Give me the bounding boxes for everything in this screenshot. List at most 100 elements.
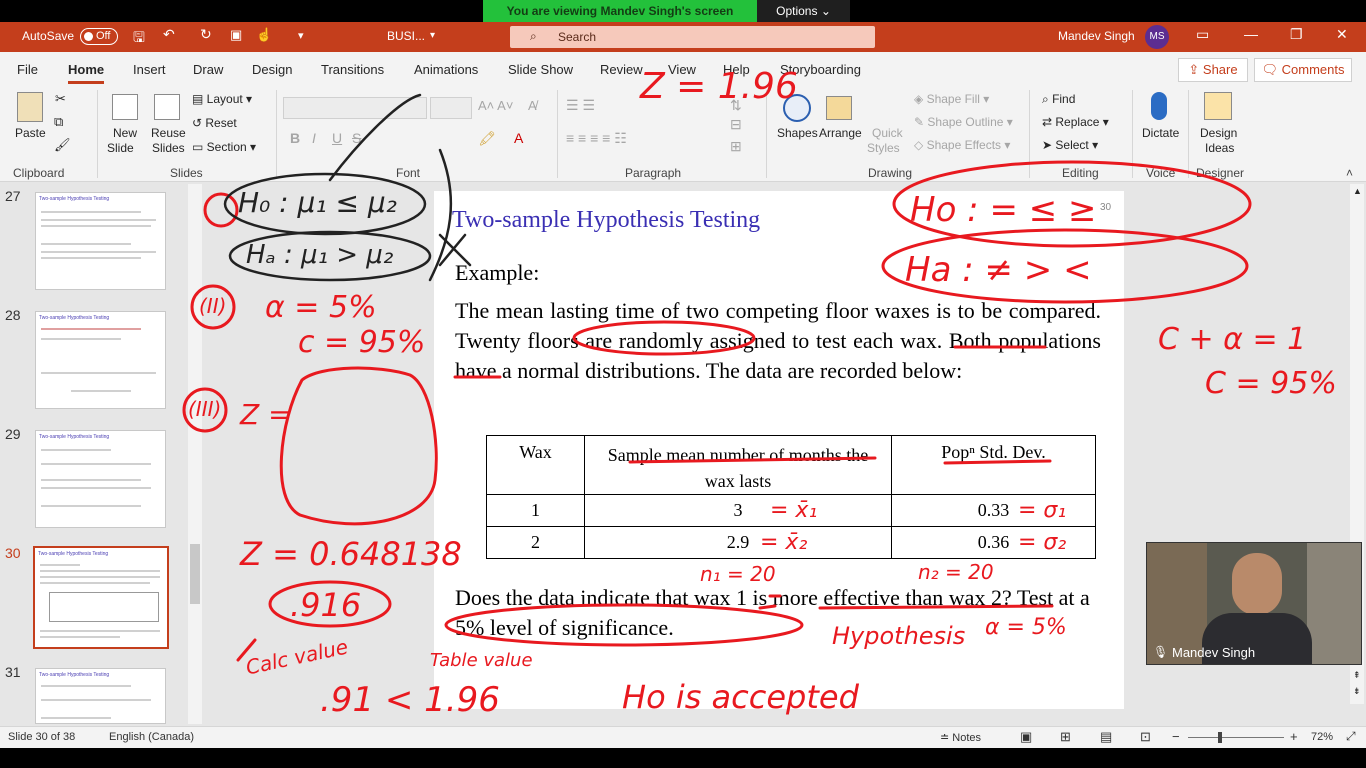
slide-thumbnail[interactable]: Two-sample Hypothesis Testing [35,311,166,409]
copy-icon[interactable]: ⧉ [54,115,63,129]
restore-icon[interactable]: ❐ [1290,26,1303,43]
reuse-slides-icon[interactable] [154,94,180,120]
microphone-icon[interactable] [1151,92,1167,120]
shape-fill-button[interactable]: ◈ Shape Fill ▾ [914,92,989,106]
avatar[interactable]: MS [1145,25,1169,49]
new-slide-icon[interactable] [112,94,138,120]
collapse-ribbon-icon[interactable]: ˄ [1346,166,1353,180]
tab-transitions[interactable]: Transitions [321,62,384,77]
tab-insert[interactable]: Insert [133,62,166,77]
select-button[interactable]: ➤ Select ▾ [1042,138,1098,152]
shape-effects-button[interactable]: ◇ Shape Effects ▾ [914,138,1010,152]
zoom-in-icon[interactable]: + [1290,729,1298,744]
thumbnail-scrollbar[interactable] [188,184,202,724]
font-name-box[interactable] [283,97,427,119]
chevron-down-icon[interactable]: ▾ [430,30,435,41]
format-painter-icon[interactable]: 🖌 [54,138,71,152]
shapes-icon[interactable] [783,94,811,122]
tab-help[interactable]: Help [723,62,750,77]
tab-home[interactable]: Home [68,62,105,84]
tab-draw[interactable]: Draw [193,62,223,77]
user-name[interactable]: Mandev Singh [1058,29,1135,43]
cut-icon[interactable]: ✂ [55,92,66,106]
file-name[interactable]: BUSI... [387,29,425,43]
quick-styles-label-2[interactable]: Styles [867,141,900,155]
strike-button[interactable]: S [352,130,361,146]
tab-animations[interactable]: Animations [414,62,478,77]
clear-format-icon[interactable]: A̸ [528,98,537,113]
font-size-box[interactable] [430,97,472,119]
save-icon[interactable]: 🖫 [133,27,145,51]
section-button[interactable]: ▭ Section ▾ [192,140,256,154]
slide-title[interactable]: Two-sample Hypothesis Testing [452,207,760,234]
redo-icon[interactable]: ↻ [200,26,212,43]
data-table[interactable]: Wax Sample mean number of months the wax… [486,435,1096,559]
fit-slide-icon[interactable]: ⤢ [1346,729,1356,744]
tab-view[interactable]: View [668,62,696,77]
quick-styles-label-1[interactable]: Quick [872,126,903,140]
minimize-icon[interactable]: — [1244,26,1258,42]
align-icons[interactable]: ≡ ≡ ≡ ≡ ☷ [566,130,627,147]
italic-button[interactable]: I [312,130,316,146]
shape-outline-button[interactable]: ✎ Shape Outline ▾ [914,115,1013,129]
arrange-label[interactable]: Arrange [819,126,862,140]
new-slide-label-2[interactable]: Slide [107,141,134,155]
customize-toolbar-icon[interactable]: ▾ [298,29,304,42]
zoom-slider-track[interactable] [1188,737,1284,738]
layout-button[interactable]: ▤ Layout ▾ [192,92,252,106]
find-button[interactable]: ⌕ Find [1042,92,1075,107]
reset-button[interactable]: ↺ Reset [192,116,237,130]
slideshow-icon[interactable]: ⊡ [1140,729,1151,745]
slide-thumbnail[interactable]: Two-sample Hypothesis Testing [35,668,166,724]
normal-view-icon[interactable]: ▣ [1020,729,1032,745]
new-slide-label-1[interactable]: New [113,126,137,140]
font-color-icon[interactable]: A [514,130,523,146]
zoom-level[interactable]: 72% [1311,731,1333,743]
example-label[interactable]: Example: [455,260,539,286]
tab-design[interactable]: Design [252,62,292,77]
zoom-out-icon[interactable]: − [1172,729,1180,744]
comments-button[interactable]: 🗨 Comments [1254,58,1352,82]
language-indicator[interactable]: English (Canada) [109,731,194,743]
design-ideas-icon[interactable] [1204,92,1232,120]
next-slide-icon[interactable]: ⇟ [1353,686,1361,697]
paste-icon[interactable] [17,92,43,122]
text-direction-icon[interactable]: ⇅ [730,97,742,114]
dictate-label[interactable]: Dictate [1142,126,1179,140]
arrange-icon[interactable] [826,96,852,120]
tab-file[interactable]: File [17,62,38,77]
underline-button[interactable]: U [332,130,342,146]
slide-thumbnail[interactable]: Two-sample Hypothesis Testing [35,430,166,528]
slide-sorter-icon[interactable]: ⊞ [1060,729,1071,745]
scroll-up-icon[interactable]: ▲ [1353,186,1362,196]
notes-button[interactable]: ≐ Notes [940,731,981,744]
question-text[interactable]: Does the data indicate that wax 1 is mor… [455,583,1095,643]
zoom-options-button[interactable]: Options ⌄ [757,0,850,22]
slide-thumbnail-selected[interactable]: Two-sample Hypothesis Testing [33,546,169,649]
smartart-icon[interactable]: ⊞ [730,138,742,155]
ribbon-display-icon[interactable]: ▭ [1196,26,1209,43]
tab-review[interactable]: Review [600,62,643,77]
reuse-slides-label-2[interactable]: Slides [152,141,185,155]
bold-button[interactable]: B [290,130,300,146]
tab-slide-show[interactable]: Slide Show [508,62,573,77]
tab-storyboarding[interactable]: Storyboarding [780,62,861,77]
reading-view-icon[interactable]: ▤ [1100,729,1112,745]
scrollbar-thumb[interactable] [190,544,200,604]
design-ideas-label-2[interactable]: Ideas [1205,141,1234,155]
slide-thumbnail[interactable]: Two-sample Hypothesis Testing [35,192,166,290]
share-button[interactable]: ⇪ Share [1178,58,1248,82]
touch-mode-icon[interactable]: ☝ [256,27,272,43]
zoom-slider-thumb[interactable] [1218,732,1222,743]
paste-label[interactable]: Paste [15,126,46,140]
replace-button[interactable]: ⇄ Replace ▾ [1042,115,1109,129]
reuse-slides-label-1[interactable]: Reuse [151,126,186,140]
prev-slide-icon[interactable]: ⇞ [1353,670,1361,681]
present-icon[interactable]: ▣ [230,27,242,43]
autosave-toggle[interactable]: Off [80,28,118,45]
problem-text[interactable]: The mean lasting time of two competing f… [455,296,1101,386]
shapes-label[interactable]: Shapes [777,126,818,140]
design-ideas-label-1[interactable]: Design [1200,126,1237,140]
font-size-up-icon[interactable]: A˄ A˅ [478,98,513,113]
undo-icon[interactable]: ↶ [163,26,175,43]
